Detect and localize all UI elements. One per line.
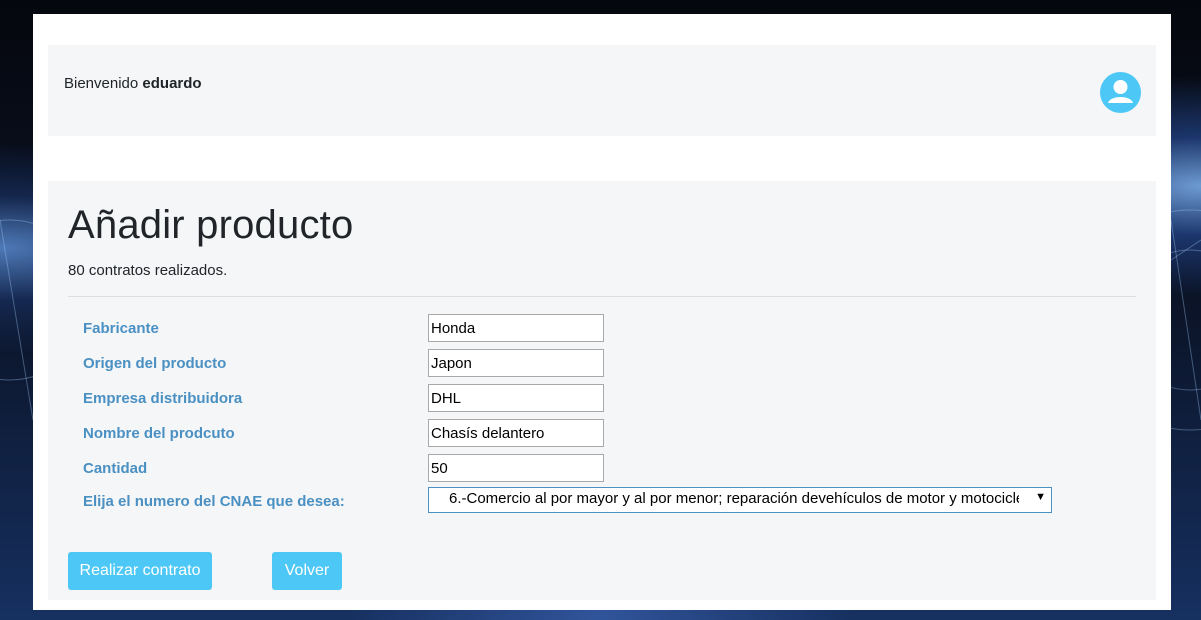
welcome-header: Bienvenido eduardo <box>48 45 1156 136</box>
empresa-input[interactable] <box>428 384 604 412</box>
divider <box>68 296 1136 297</box>
cantidad-input[interactable] <box>428 454 604 482</box>
welcome-message: Bienvenido eduardo <box>64 75 202 92</box>
realizar-contrato-button[interactable]: Realizar contrato <box>68 552 212 590</box>
label-fabricante: Fabricante <box>83 320 159 337</box>
nombre-input[interactable] <box>428 419 604 447</box>
label-cantidad: Cantidad <box>83 460 148 477</box>
add-product-panel: Añadir producto 80 contratos realizados.… <box>48 181 1156 600</box>
origen-input[interactable] <box>428 349 604 377</box>
volver-button[interactable]: Volver <box>272 552 342 590</box>
caret-down-icon: ▼ <box>1035 491 1046 503</box>
contracts-count: 80 contratos realizados. <box>68 262 228 279</box>
cnae-selected-value: 6.-Comercio al por mayor y al por menor;… <box>449 490 1019 507</box>
page-title: Añadir producto <box>68 203 354 247</box>
fabricante-input[interactable] <box>428 314 604 342</box>
label-origen: Origen del producto <box>83 355 227 372</box>
welcome-prefix: Bienvenido <box>64 75 139 92</box>
label-empresa: Empresa distribuidora <box>83 390 243 407</box>
label-nombre: Nombre del prodcuto <box>83 425 235 442</box>
cnae-select[interactable]: 6.-Comercio al por mayor y al por menor;… <box>428 487 1052 513</box>
user-avatar-icon[interactable] <box>1100 72 1141 113</box>
username: eduardo <box>142 75 202 92</box>
content-card: Bienvenido eduardo Añadir producto 80 co… <box>33 14 1171 610</box>
label-cnae: Elija el numero del CNAE que desea: <box>83 493 345 510</box>
